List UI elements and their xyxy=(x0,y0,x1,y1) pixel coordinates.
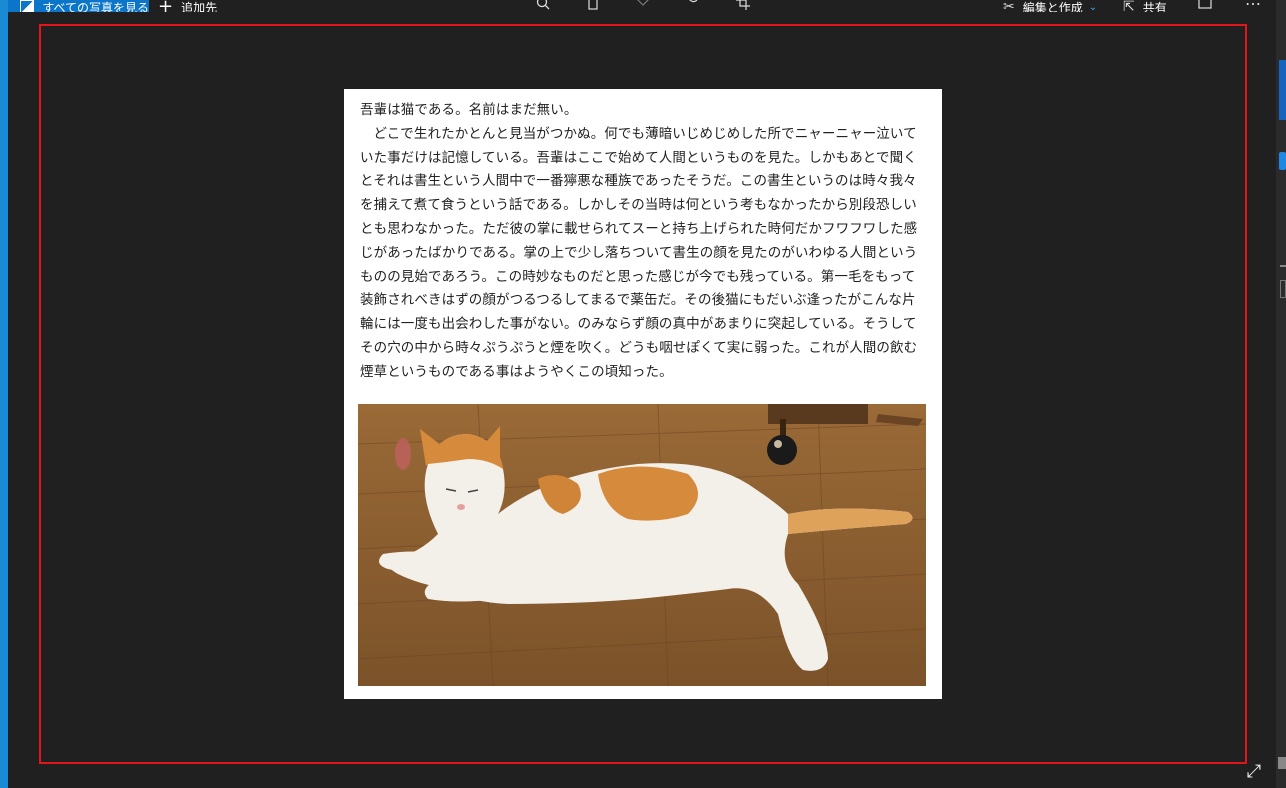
crop-icon xyxy=(736,0,750,10)
picture-icon xyxy=(20,0,35,12)
document-body: どこで生れたかとんと見当がつかぬ。何でも薄暗いじめじめした所でニャーニャー泣いて… xyxy=(360,125,918,380)
expand-icon[interactable]: ⤢ xyxy=(1243,760,1265,782)
rotate-button[interactable] xyxy=(684,0,702,12)
more-icon: … xyxy=(1245,0,1261,9)
share-icon: ⇱ xyxy=(1123,0,1135,12)
print-icon xyxy=(1198,0,1212,9)
left-window-edge xyxy=(0,0,8,788)
plus-icon: + xyxy=(158,0,174,12)
heart-icon xyxy=(637,0,649,6)
edit-create-button[interactable]: ✂ 編集と作成 ⌄ xyxy=(1003,0,1097,12)
trash-icon xyxy=(588,0,598,10)
background-box xyxy=(1280,280,1286,298)
edit-icon: ✂ xyxy=(1003,0,1015,12)
favorite-button[interactable] xyxy=(634,0,652,12)
photos-toolbar: すべての写真を見る + 追加先 ✂ 編集と作成 ⌄ ⇱ 共有 … xyxy=(8,0,1276,12)
background-icon xyxy=(1278,757,1286,769)
delete-button[interactable] xyxy=(584,0,602,12)
chevron-down-icon: ⌄ xyxy=(1088,1,1098,13)
background-window-sliver xyxy=(1279,60,1286,120)
see-all-photos-button[interactable]: すべての写真を見る xyxy=(8,0,149,12)
cat-photo-illustration xyxy=(358,404,926,686)
zoom-button[interactable] xyxy=(534,0,552,12)
displayed-photo[interactable]: 吾輩は猫である。名前はまだ無い。 どこで生れたかとんと見当がつかぬ。何でも薄暗い… xyxy=(344,89,942,699)
background-help-icon xyxy=(1279,152,1286,170)
share-button[interactable]: ⇱ 共有 xyxy=(1123,0,1167,12)
document-title-line: 吾輩は猫である。名前はまだ無い。 xyxy=(360,102,578,118)
cat-photo xyxy=(358,404,926,686)
right-window-edge xyxy=(1276,0,1286,788)
add-to-button[interactable]: + 追加先 xyxy=(158,0,217,12)
edit-create-label: 編集と作成 xyxy=(1022,0,1083,13)
background-divider xyxy=(1280,265,1286,267)
document-text: 吾輩は猫である。名前はまだ無い。 どこで生れたかとんと見当がつかぬ。何でも薄暗い… xyxy=(360,99,924,385)
crop-button[interactable] xyxy=(734,0,752,12)
zoom-icon xyxy=(536,0,550,10)
print-button[interactable] xyxy=(1196,0,1214,12)
add-to-label: 追加先 xyxy=(181,0,218,13)
share-label: 共有 xyxy=(1142,0,1167,13)
more-button[interactable]: … xyxy=(1244,0,1262,9)
see-all-photos-label: すべての写真を見る xyxy=(42,0,149,13)
rotate-icon xyxy=(689,0,698,3)
